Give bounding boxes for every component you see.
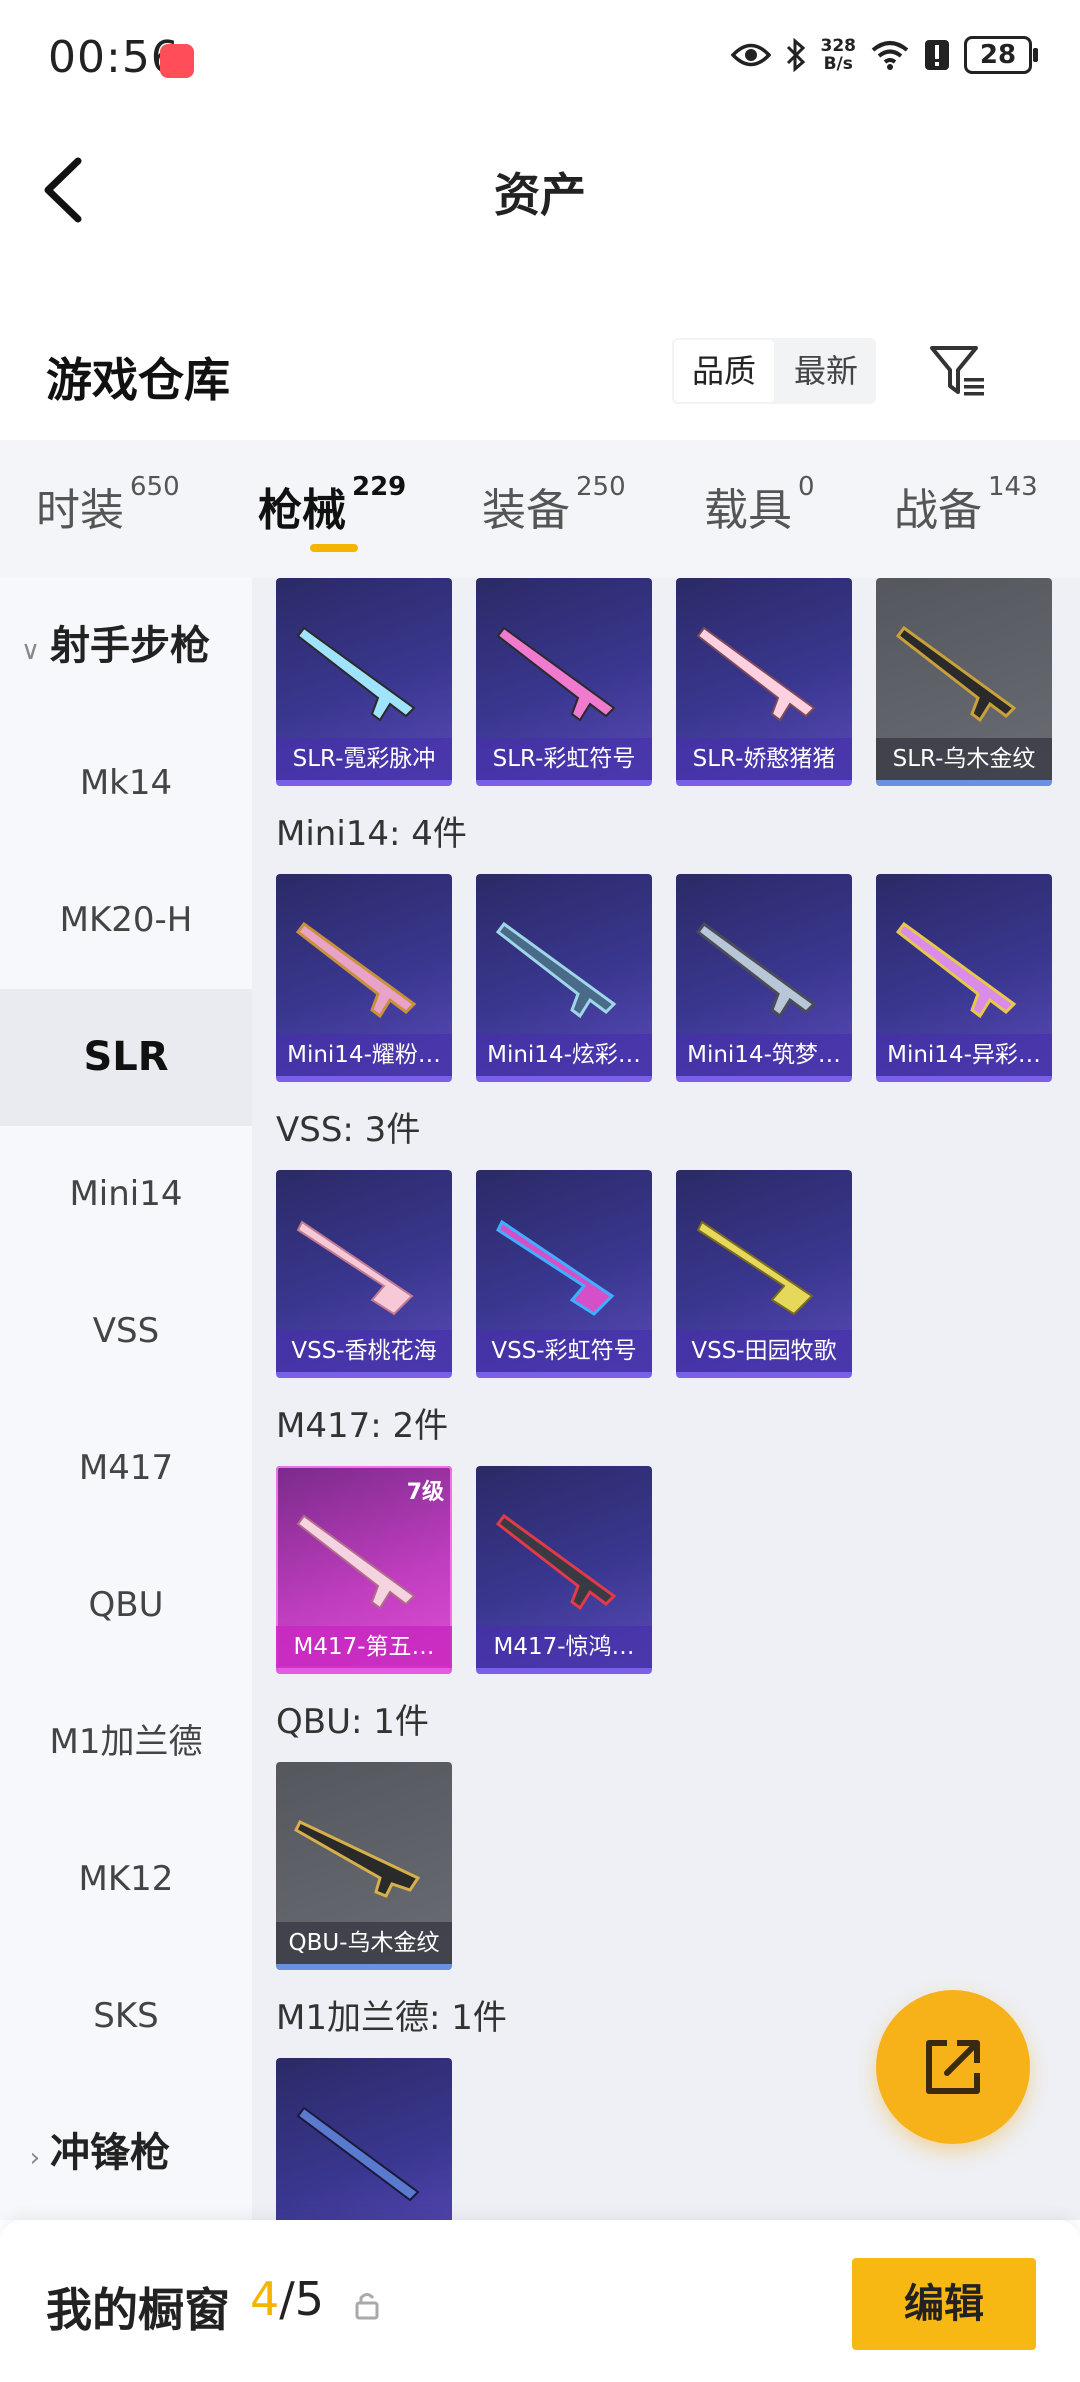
wifi-icon [871,41,909,70]
weapon-card-name: Mini14-耀粉… [276,1034,452,1076]
rifle-icon [895,921,1017,1019]
rifle-icon [495,1513,617,1611]
chevron-down-icon: ∨ [20,636,40,666]
section-header-m417: M417: 2件 [276,1406,449,1446]
notification-app-icon [160,44,194,78]
warehouse-title: 游戏仓库 [46,353,230,407]
sidebar-item-qbu[interactable]: QBU [0,1537,252,1674]
rifle-icon [496,626,616,722]
sort-toggle: 品质 最新 [672,338,876,404]
tab-firearms[interactable]: 枪械 229 [258,472,406,538]
weapon-card[interactable]: VSS-彩虹符号 [476,1170,652,1378]
weapon-card-name: QBU-乌木金纹 [276,1922,452,1964]
weapon-card-name: M417-第五… [276,1626,452,1668]
weapon-card-name: SLR-娇憨猪猪 [676,738,852,780]
sort-latest-button[interactable]: 最新 [776,338,876,404]
weapon-card-name: VSS-香桃花海 [276,1330,452,1372]
tab-supplies[interactable]: 战备 143 [894,472,1038,538]
weapon-card-name: M417-惊鸿… [476,1626,652,1668]
weapon-card-name: Mini14-筑梦… [676,1034,852,1076]
sniper-rifle-icon [496,1219,615,1316]
section-header-vss: VSS: 3件 [276,1110,421,1150]
weapon-card[interactable]: VSS-香桃花海 [276,1170,452,1378]
weapon-card[interactable]: QBU-乌木金纹 [276,1762,452,1970]
section-header-m1-garand: M1加兰德: 1件 [276,1998,507,2038]
weapon-card[interactable] [276,2058,452,2220]
net-speed: 328 B/s [820,36,857,74]
weapon-card-name: Mini14-炫彩… [476,1034,652,1076]
eye-icon [730,43,771,67]
rifle-icon [495,921,617,1019]
sidebar-item-vss[interactable]: VSS [0,1263,252,1400]
weapon-card-name: VSS-彩虹符号 [476,1330,652,1372]
weapon-card-name: SLR-乌木金纹 [876,738,1052,780]
edit-button[interactable]: 编辑 [852,2258,1036,2350]
weapon-card[interactable]: Mini14-耀粉… [276,874,452,1082]
weapon-card[interactable]: Mini14-筑梦… [676,874,852,1082]
weapon-card[interactable]: VSS-田园牧歌 [676,1170,852,1378]
weapon-grid: SLR-霓彩脉冲 SLR-彩虹符号 SLR-娇憨猪猪 SLR-乌木金纹 Mini… [252,578,1080,2220]
sidebar-item-m1-garand[interactable]: M1加兰德 [0,1674,252,1811]
sidebar-item-m417[interactable]: M417 [0,1400,252,1537]
app-header: 资产 [0,125,1080,245]
sidebar-item-mk14[interactable]: Mk14 [0,715,252,852]
rifle-icon [696,626,816,722]
sidebar-item-mk20h[interactable]: MK20-H [0,852,252,989]
sidebar-item-mk12[interactable]: MK12 [0,1811,252,1948]
weapon-card[interactable]: Mini14-异彩… [876,874,1052,1082]
rifle-icon [294,1820,421,1898]
weapon-card[interactable]: M417-惊鸿… [476,1466,652,1674]
page-title: 资产 [494,168,586,222]
sidebar-group-marksman[interactable]: ∨ 射手步枪 [0,578,252,715]
status-icons: 328 B/s 28 [730,36,1038,74]
battery-indicator: 28 [964,36,1038,74]
share-button[interactable] [876,1990,1030,2144]
category-tabs: 时装 650 枪械 229 装备 250 载具 0 战备 143 [0,440,1080,580]
rifle-icon [296,2106,420,2202]
weapon-card[interactable]: SLR-彩虹符号 [476,578,652,786]
lock-icon [355,2293,379,2320]
active-tab-indicator [310,544,358,552]
share-icon [926,2040,980,2094]
rifle-icon [895,625,1017,723]
sidebar-item-sks[interactable]: SKS [0,1948,252,2085]
section-header-mini14: Mini14: 4件 [276,814,467,854]
bluetooth-icon [786,38,805,72]
showcase-title: 我的橱窗 [46,2283,230,2337]
weapon-card-name: VSS-田园牧歌 [676,1330,852,1372]
section-header-qbu: QBU: 1件 [276,1702,429,1742]
weapon-card-name: SLR-彩虹符号 [476,738,652,780]
weapon-card-name: SLR-霓彩脉冲 [276,738,452,780]
chevron-right-icon: › [29,2143,40,2173]
showcase-count: 4/5 [250,2272,325,2326]
status-bar: 00:56 328 B/s 28 [0,0,1080,125]
tab-vehicles[interactable]: 载具 0 [704,472,815,538]
weapon-card[interactable]: SLR-娇憨猪猪 [676,578,852,786]
rifle-icon [296,626,416,722]
alert-icon [925,40,949,70]
sort-quality-button[interactable]: 品质 [674,340,774,402]
sidebar-group-smg[interactable]: › 冲锋枪 [0,2085,252,2220]
rifle-icon [695,921,817,1019]
weapon-card[interactable]: SLR-霓彩脉冲 [276,578,452,786]
sidebar-item-slr[interactable]: SLR [0,989,252,1126]
sidebar-item-mini14[interactable]: Mini14 [0,1126,252,1263]
rifle-icon [296,1514,416,1610]
filter-icon[interactable] [928,340,988,400]
bottom-showcase-bar: 我的橱窗 4/5 编辑 [0,2220,1080,2382]
weapon-card[interactable]: 7级 M417-第五… [276,1466,452,1674]
rifle-icon [295,921,417,1019]
warehouse-bar: 游戏仓库 品质 最新 [0,320,1080,440]
weapon-card-name: Mini14-异彩… [876,1034,1052,1076]
weapon-card[interactable]: SLR-乌木金纹 [876,578,1052,786]
weapon-type-sidebar: ∨ 射手步枪 Mk14 MK20-H SLR Mini14 VSS M417 QB… [0,578,252,2220]
weapon-card[interactable]: Mini14-炫彩… [476,874,652,1082]
tab-fashion[interactable]: 时装 650 [36,472,180,538]
sniper-rifle-icon [296,1220,414,1316]
tab-equipment[interactable]: 装备 250 [482,472,626,538]
sniper-rifle-icon [696,1220,814,1316]
